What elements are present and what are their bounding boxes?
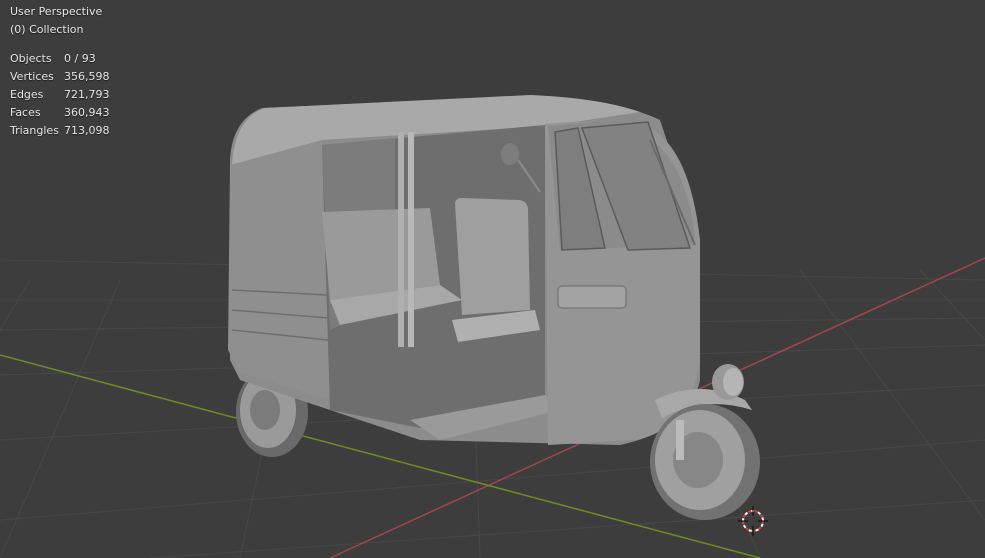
stat-row-edges: Edges 721,793 [10, 86, 110, 104]
stat-label: Faces [10, 106, 41, 119]
stat-row-vertices: Vertices 356,598 [10, 68, 110, 86]
view-name: User Perspective [10, 5, 103, 18]
auto-rickshaw-model[interactable] [228, 95, 760, 520]
collection-name: (0) Collection [10, 23, 84, 36]
viewport-scene [0, 95, 985, 558]
stat-row-objects: Objects 0 / 93 [10, 50, 110, 68]
stat-value: 356,598 [64, 70, 110, 83]
3d-viewport[interactable]: User Perspective (0) Collection Objects … [0, 0, 985, 558]
stat-row-triangles: Triangles 713,098 [10, 122, 110, 140]
stat-label: Objects [10, 52, 52, 65]
stat-label: Vertices [10, 70, 54, 83]
stat-label: Edges [10, 88, 44, 101]
scene-statistics: Objects 0 / 93 Vertices 356,598 Edges 72… [10, 50, 110, 140]
viewport-info-overlay: User Perspective (0) Collection Objects … [10, 3, 110, 140]
stat-label: Triangles [10, 124, 59, 137]
stat-row-faces: Faces 360,943 [10, 104, 110, 122]
3d-cursor-icon[interactable] [738, 506, 768, 536]
stat-value: 721,793 [64, 88, 110, 101]
stat-value: 360,943 [64, 106, 110, 119]
stat-value: 0 / 93 [64, 52, 96, 65]
stat-value: 713,098 [64, 124, 110, 137]
